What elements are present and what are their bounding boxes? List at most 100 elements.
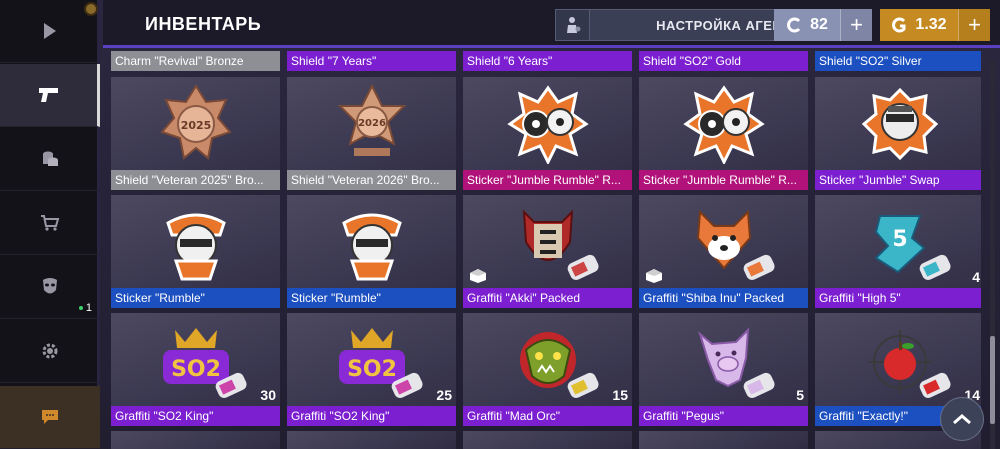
item-art: 5 — [815, 195, 981, 288]
item-name: Graffiti "High 5" — [815, 288, 981, 308]
item-name: Graffiti "Pegus" — [639, 406, 808, 426]
item-art — [463, 195, 632, 288]
item-art: 2025 — [111, 77, 280, 170]
item-name: Sticker "Jumble Rumble" R... — [463, 170, 632, 190]
item-art — [815, 313, 981, 406]
spray-can-icon — [215, 372, 247, 398]
sidebar-item-coins[interactable] — [0, 128, 100, 191]
scroll-to-top-button[interactable] — [940, 397, 984, 441]
clan-badge: 1 — [78, 302, 92, 314]
inventory-item[interactable] — [111, 431, 280, 449]
gear-icon — [42, 343, 58, 359]
inventory-item[interactable]: Sticker "Jumble Rumble" R... — [463, 77, 632, 190]
sidebar-item-play[interactable] — [0, 0, 100, 63]
rumble-sticker-icon — [341, 213, 402, 280]
sidebar-item-settings[interactable] — [0, 320, 100, 383]
add-gold-button[interactable]: + — [958, 9, 990, 41]
pistol-icon — [38, 88, 58, 102]
jumble-swap-sticker-icon — [861, 87, 938, 160]
gold-amount-box: 1.32 — [880, 16, 958, 34]
spray-can-icon — [743, 372, 775, 398]
inventory-item[interactable]: Sticker "Rumble" — [287, 195, 456, 308]
scrollbar-thumb[interactable] — [990, 336, 995, 424]
jumble-rumble-sticker-icon — [682, 84, 765, 164]
tile-name-strip[interactable]: Shield "SO2" Silver — [815, 51, 981, 71]
item-art — [463, 77, 632, 170]
inventory-item[interactable]: 5 4 Graffiti "High 5" — [815, 195, 981, 308]
gold-amount: 1.32 — [915, 16, 947, 33]
coins-icon — [43, 151, 58, 166]
inventory-item[interactable]: Sticker "Jumble Rumble" R... — [639, 77, 808, 190]
item-count: 4 — [972, 269, 980, 285]
add-silver-button[interactable]: + — [840, 9, 872, 41]
chat-icon — [42, 410, 58, 424]
cart-icon — [41, 215, 60, 231]
sidebar-item-shop[interactable] — [0, 192, 100, 255]
item-art: SO2 — [287, 313, 456, 406]
jumble-rumble-sticker-icon — [506, 84, 589, 164]
inventory-item[interactable]: 2025 Shield "Veteran 2025" Bro... — [111, 77, 280, 190]
inventory-item[interactable]: Sticker "Rumble" — [111, 195, 280, 308]
spray-can-icon — [919, 254, 951, 280]
item-name: Shield "Veteran 2026" Bro... — [287, 170, 456, 190]
inventory-item[interactable] — [639, 431, 808, 449]
packed-box-icon — [646, 269, 662, 283]
inventory-item[interactable]: SO2 30 Graffiti "SO2 King" — [111, 313, 280, 426]
item-name: Graffiti "Akki" Packed — [463, 288, 632, 308]
sidebar-item-inventory[interactable] — [0, 64, 100, 127]
inventory-grid: Charm "Revival" Bronze Shield "7 Years" … — [111, 51, 981, 449]
inventory-item[interactable]: Graffiti "Shiba Inu" Packed — [639, 195, 808, 308]
spray-can-icon — [567, 372, 599, 398]
spray-can-icon — [743, 254, 775, 280]
tile-name-strip[interactable]: Charm "Revival" Bronze — [111, 51, 280, 71]
svg-text:2025: 2025 — [180, 119, 211, 132]
tile-name-strip[interactable]: Shield "7 Years" — [287, 51, 456, 71]
chevron-up-icon — [953, 414, 971, 425]
svg-text:2026: 2026 — [358, 118, 386, 129]
item-name: Graffiti "Shiba Inu" Packed — [639, 288, 808, 308]
silver-amount-box: 82 — [774, 16, 840, 34]
rumble-sticker-icon — [165, 213, 226, 280]
spray-can-icon — [919, 372, 951, 398]
veteran-shield-2026-icon: 2026 — [337, 83, 406, 156]
item-name: Graffiti "SO2 King" — [111, 406, 280, 426]
item-name: Shield "Veteran 2025" Bro... — [111, 170, 280, 190]
sidebar-item-clan[interactable]: 1 — [0, 256, 100, 319]
veteran-shield-2025-icon: 2025 — [159, 83, 232, 160]
item-art: SO2 — [111, 313, 280, 406]
inventory-item[interactable] — [463, 431, 632, 449]
item-name: Sticker "Jumble Rumble" R... — [639, 170, 808, 190]
inventory-item[interactable]: Graffiti "Akki" Packed — [463, 195, 632, 308]
tile-name-strip[interactable]: Shield "SO2" Gold — [639, 51, 808, 71]
svg-text:5: 5 — [892, 227, 907, 252]
item-art — [639, 195, 808, 288]
item-count: 15 — [612, 387, 628, 403]
agent-icon — [566, 17, 580, 33]
item-art — [111, 195, 280, 288]
inventory-item[interactable]: SO2 25 Graffiti "SO2 King" — [287, 313, 456, 426]
item-art — [287, 195, 456, 288]
page-title: ИНВЕНТАРЬ — [145, 14, 262, 34]
gold-coin-icon — [892, 17, 906, 33]
item-art — [639, 77, 808, 170]
item-art — [815, 77, 981, 170]
item-art: 2026 — [287, 77, 456, 170]
item-art — [639, 313, 808, 406]
gold-currency: 1.32 + — [880, 9, 990, 41]
item-count: 25 — [436, 387, 452, 403]
inventory-item[interactable]: 5 Graffiti "Pegus" — [639, 313, 808, 426]
inventory-item[interactable]: Sticker "Jumble" Swap — [815, 77, 981, 190]
silver-amount: 82 — [810, 16, 828, 33]
inventory-item[interactable] — [287, 431, 456, 449]
spray-can-icon — [567, 254, 599, 280]
item-art — [463, 313, 632, 406]
item-name: Sticker "Jumble" Swap — [815, 170, 981, 190]
sidebar-item-chat[interactable] — [0, 386, 100, 449]
tile-name-strip[interactable]: Shield "6 Years" — [463, 51, 632, 71]
item-count: 30 — [260, 387, 276, 403]
agent-icon-box — [556, 10, 590, 40]
inventory-item[interactable]: 15 Graffiti "Mad Orc" — [463, 313, 632, 426]
silver-currency: 82 + — [774, 9, 872, 41]
item-name: Sticker "Rumble" — [287, 288, 456, 308]
inventory-item[interactable]: 2026 Shield "Veteran 2026" Bro... — [287, 77, 456, 190]
